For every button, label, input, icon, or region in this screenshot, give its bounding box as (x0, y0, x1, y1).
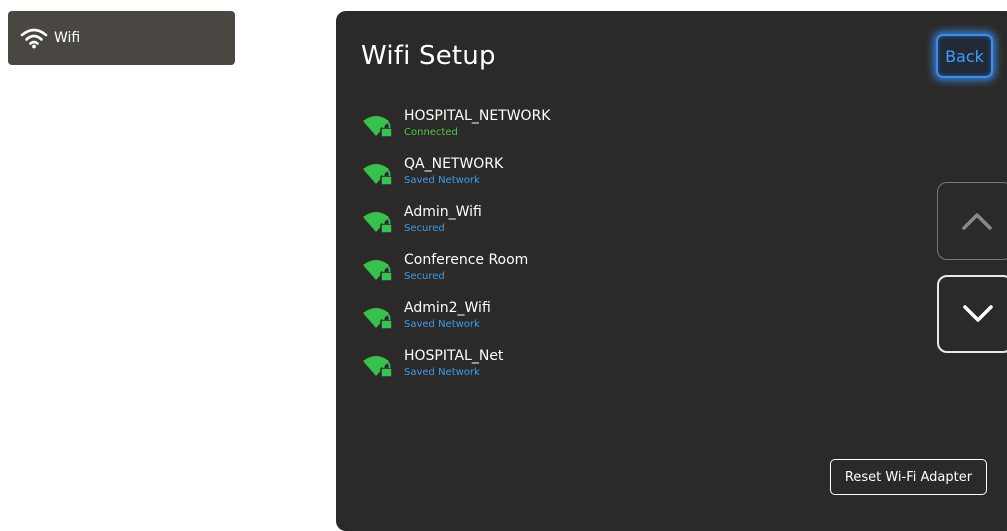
network-item[interactable]: QA_NETWORK Saved Network (363, 155, 723, 203)
network-status: Saved Network (404, 175, 480, 186)
network-name: HOSPITAL_Net (404, 348, 504, 364)
chevron-down-icon (963, 305, 993, 322)
secured-wifi-signal-icon (363, 356, 393, 378)
secured-wifi-signal-icon (363, 260, 393, 282)
network-name: QA_NETWORK (404, 156, 504, 172)
page-title: Wifi Setup (361, 41, 496, 71)
network-status: Secured (404, 271, 445, 282)
network-status: Connected (404, 127, 458, 138)
sidebar-item-label: Wifi (54, 30, 81, 46)
secured-wifi-signal-icon (363, 308, 393, 330)
back-button[interactable]: Back (936, 34, 993, 78)
secured-wifi-signal-icon (363, 116, 393, 138)
network-item[interactable]: Admin2_Wifi Saved Network (363, 299, 723, 347)
network-name: Conference Room (404, 252, 529, 268)
network-item[interactable]: HOSPITAL_Net Saved Network (363, 347, 723, 395)
wifi-icon (20, 28, 48, 49)
network-status: Saved Network (404, 319, 480, 330)
reset-wifi-adapter-button[interactable]: Reset Wi-Fi Adapter (830, 459, 987, 495)
network-item[interactable]: Conference Room Secured (363, 251, 723, 299)
secured-wifi-signal-icon (363, 164, 393, 186)
network-item[interactable]: Admin_Wifi Secured (363, 203, 723, 251)
sidebar-item-wifi[interactable]: Wifi (8, 11, 235, 65)
network-name: Admin2_Wifi (404, 300, 491, 316)
network-name: HOSPITAL_NETWORK (404, 108, 551, 124)
network-list: HOSPITAL_NETWORK Connected QA_NETWORK Saved… (363, 107, 723, 395)
scroll-down-button[interactable] (937, 275, 1007, 353)
network-status: Secured (404, 223, 445, 234)
network-item[interactable]: HOSPITAL_NETWORK Connected (363, 107, 723, 155)
chevron-up-icon (962, 213, 992, 230)
secured-wifi-signal-icon (363, 212, 393, 234)
network-name: Admin_Wifi (404, 204, 482, 220)
wifi-setup-panel: Wifi Setup Back HOSPITAL_NETWORK Connecte… (336, 11, 1007, 531)
network-status: Saved Network (404, 367, 480, 378)
scroll-up-button[interactable] (937, 182, 1007, 260)
